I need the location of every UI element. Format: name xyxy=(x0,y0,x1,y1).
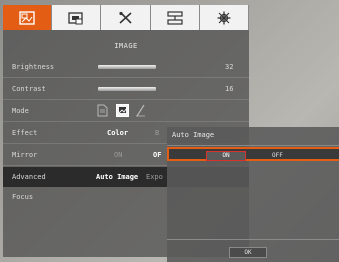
document-mode-icon[interactable] xyxy=(97,104,108,117)
menu-tab-bar xyxy=(3,5,250,30)
brightness-slider[interactable] xyxy=(98,65,156,69)
pen-mode-icon[interactable] xyxy=(135,104,146,117)
row-mode[interactable]: Mode xyxy=(3,101,249,121)
photo-mode-icon[interactable] xyxy=(116,104,129,117)
dialog-option-bar: ON OFF xyxy=(167,147,339,161)
effect-next[interactable]: B xyxy=(155,129,159,137)
dialog-off-button[interactable]: OFF xyxy=(272,152,283,159)
mirror-label: Mirror xyxy=(12,151,38,159)
advanced-label: Advanced xyxy=(12,173,46,181)
tools-icon xyxy=(118,11,132,24)
advanced-next[interactable]: Expo xyxy=(146,173,163,181)
dialog-ok-button[interactable]: OK xyxy=(229,247,267,258)
dialog-on-button[interactable]: ON xyxy=(206,151,246,161)
auto-image-dialog: Auto Image ON OFF OK xyxy=(167,127,339,262)
contrast-slider[interactable] xyxy=(98,87,156,91)
dialog-footer-line xyxy=(167,239,339,240)
tab-network[interactable] xyxy=(150,5,200,30)
contrast-value: 16 xyxy=(225,85,234,93)
dialog-separator xyxy=(167,145,339,146)
mirror-off-option[interactable]: OF xyxy=(153,151,161,159)
effect-current[interactable]: Color xyxy=(107,129,128,137)
tab-image[interactable] xyxy=(3,5,53,30)
image-settings-icon xyxy=(19,10,35,25)
brightness-label: Brightness xyxy=(12,63,55,71)
divider xyxy=(3,121,249,122)
contrast-label: Contrast xyxy=(12,85,46,93)
focus-label: Focus xyxy=(12,193,34,201)
divider xyxy=(3,77,249,78)
row-contrast[interactable]: Contrast 16 xyxy=(3,79,249,99)
brightness-value: 32 xyxy=(225,63,234,71)
dialog-title: Auto Image xyxy=(172,131,215,139)
advanced-current[interactable]: Auto Image xyxy=(96,173,138,181)
mirror-on-option[interactable]: ON xyxy=(114,151,122,159)
row-brightness[interactable]: Brightness 32 xyxy=(3,57,249,77)
tab-tools[interactable] xyxy=(101,5,151,30)
menu-title: IMAGE xyxy=(114,42,138,50)
mode-label: Mode xyxy=(12,107,29,115)
system-settings-icon xyxy=(217,11,231,24)
divider xyxy=(3,99,249,100)
tab-system[interactable] xyxy=(199,5,250,30)
effect-label: Effect xyxy=(12,129,38,137)
display-settings-icon xyxy=(68,11,83,24)
tab-display[interactable] xyxy=(52,5,102,30)
network-icon xyxy=(167,10,183,25)
